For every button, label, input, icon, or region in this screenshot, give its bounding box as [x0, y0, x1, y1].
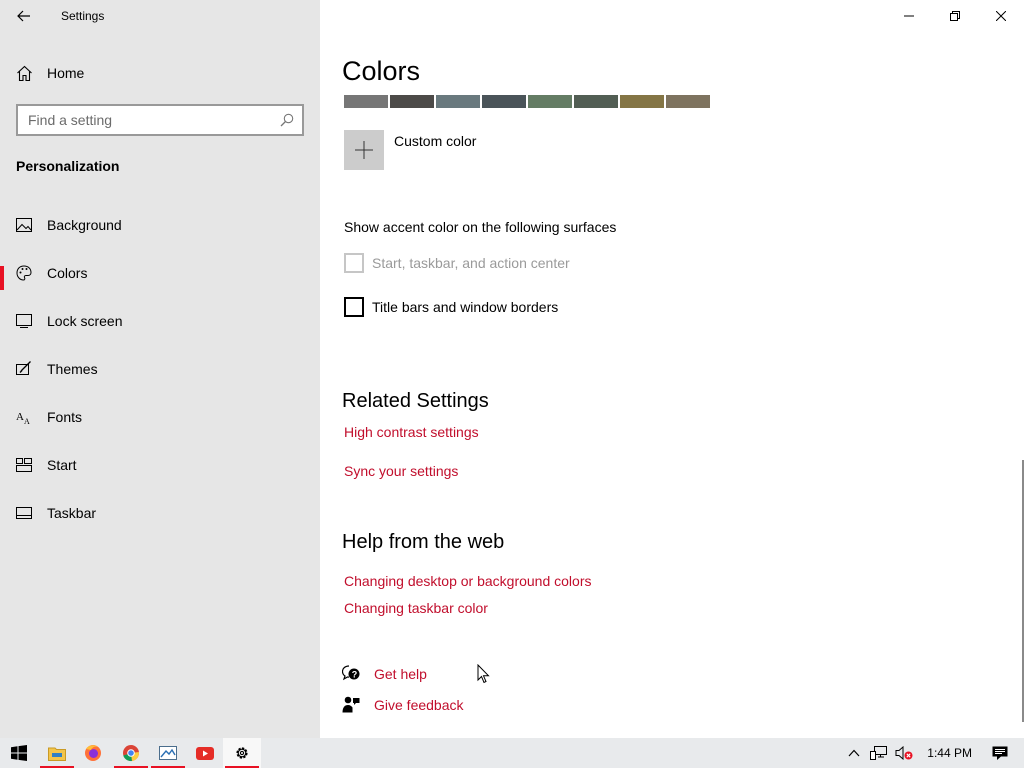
lock-screen-icon: [16, 313, 32, 329]
network-button[interactable]: [866, 746, 891, 760]
app-title: Settings: [61, 9, 105, 23]
start-icon: [16, 457, 32, 473]
home-icon: [17, 65, 32, 81]
start-taskbar-checkbox[interactable]: [344, 253, 364, 273]
clock[interactable]: 1:44 PM: [927, 746, 972, 760]
section-title: Personalization: [16, 158, 120, 174]
system-tray: 1:44 PM: [842, 738, 1024, 768]
chevron-up-icon: [848, 749, 860, 757]
give-feedback-icon: [342, 696, 360, 713]
start-button[interactable]: [0, 738, 38, 768]
sidebar-item-label: Fonts: [47, 409, 83, 425]
network-icon: [870, 746, 888, 760]
settings-icon: [236, 747, 248, 759]
color-swatch[interactable]: [574, 95, 618, 108]
mouse-cursor-icon: [477, 664, 490, 684]
search-box[interactable]: [16, 104, 304, 136]
color-swatch[interactable]: [528, 95, 572, 108]
sidebar-item-lock-screen[interactable]: Lock screen: [0, 297, 320, 345]
color-swatches: [344, 95, 712, 108]
svg-text:?: ?: [352, 670, 358, 680]
color-swatch[interactable]: [482, 95, 526, 108]
checkbox-label: Title bars and window borders: [372, 299, 559, 315]
plus-icon: [344, 130, 384, 170]
high-contrast-link[interactable]: High contrast settings: [344, 424, 479, 440]
action-center-button[interactable]: [986, 746, 1024, 761]
give-feedback-link[interactable]: Give feedback: [342, 696, 464, 713]
help-from-web-heading: Help from the web: [342, 531, 505, 553]
back-button[interactable]: [8, 4, 40, 28]
surfaces-label: Show accent color on the following surfa…: [344, 219, 617, 235]
get-help-icon: ?: [342, 665, 360, 681]
file-explorer-icon: [48, 747, 66, 761]
taskbar-icon: [16, 505, 32, 521]
sidebar-item-label: Taskbar: [47, 505, 97, 521]
svg-text:A: A: [24, 417, 30, 425]
svg-text:A: A: [16, 411, 24, 423]
main-content: Colors Custom color Show accent color on…: [320, 0, 1024, 738]
taskbar-firefox[interactable]: [74, 738, 112, 768]
get-help-link[interactable]: ? Get help: [342, 665, 427, 682]
title-bars-checkbox-row: Title bars and window borders: [344, 297, 558, 317]
page-title: Colors: [342, 56, 421, 86]
photos-icon: [159, 746, 177, 760]
color-swatch[interactable]: [666, 95, 710, 108]
home-label: Home: [47, 65, 85, 81]
color-swatch[interactable]: [620, 95, 664, 108]
palette-icon: [16, 265, 32, 281]
custom-color-button[interactable]: Custom color: [344, 130, 476, 170]
volume-muted-icon: [895, 746, 913, 760]
picture-icon: [16, 217, 32, 233]
show-hidden-icons-button[interactable]: [842, 749, 866, 757]
taskbar-youtube[interactable]: [186, 738, 224, 768]
search-input[interactable]: [18, 106, 268, 134]
sidebar-item-themes[interactable]: Themes: [0, 345, 320, 393]
sidebar-item-start[interactable]: Start: [0, 441, 320, 489]
start-taskbar-checkbox-row: Start, taskbar, and action center: [344, 253, 570, 273]
youtube-icon: [196, 746, 214, 760]
taskbar-color-link[interactable]: Changing taskbar color: [344, 600, 488, 616]
sidebar-item-label: Lock screen: [47, 313, 123, 329]
sidebar-nav: Background Colors Lock screen Themes AA …: [0, 201, 320, 537]
search-icon[interactable]: [280, 113, 294, 127]
volume-button[interactable]: [891, 746, 917, 760]
taskbar: 1:44 PM: [0, 738, 1024, 768]
taskbar-chrome[interactable]: [112, 738, 150, 768]
color-swatch[interactable]: [390, 95, 434, 108]
taskbar-settings[interactable]: [223, 738, 261, 768]
chrome-icon: [123, 745, 139, 762]
sidebar-item-colors[interactable]: Colors: [0, 249, 320, 297]
taskbar-photos[interactable]: [149, 738, 187, 768]
color-swatch[interactable]: [344, 95, 388, 108]
checkbox-label: Start, taskbar, and action center: [372, 255, 570, 271]
taskbar-file-explorer[interactable]: [38, 738, 76, 768]
sidebar-item-fonts[interactable]: AA Fonts: [0, 393, 320, 441]
related-settings-heading: Related Settings: [342, 390, 489, 412]
themes-icon: [16, 361, 32, 377]
notifications-icon: [992, 746, 1008, 760]
sidebar-item-label: Start: [47, 457, 77, 473]
sidebar-item-label: Themes: [47, 361, 98, 377]
sidebar-item-home[interactable]: Home: [16, 62, 84, 84]
fonts-icon: AA: [16, 409, 32, 425]
sidebar-item-background[interactable]: Background: [0, 201, 320, 249]
back-arrow-icon: [17, 10, 30, 22]
sidebar-item-label: Colors: [47, 265, 88, 281]
sidebar-item-label: Background: [47, 217, 122, 233]
sidebar-item-taskbar[interactable]: Taskbar: [0, 489, 320, 537]
firefox-icon: [85, 745, 101, 761]
get-help-label: Get help: [374, 665, 427, 682]
desktop-colors-link[interactable]: Changing desktop or background colors: [344, 573, 592, 589]
sidebar: Settings Home Personalization Background…: [0, 0, 320, 738]
title-bars-checkbox[interactable]: [344, 297, 364, 317]
custom-color-label: Custom color: [394, 133, 477, 149]
sync-settings-link[interactable]: Sync your settings: [344, 463, 458, 479]
give-feedback-label: Give feedback: [374, 696, 464, 713]
windows-logo-icon: [11, 745, 27, 761]
color-swatch[interactable]: [436, 95, 480, 108]
